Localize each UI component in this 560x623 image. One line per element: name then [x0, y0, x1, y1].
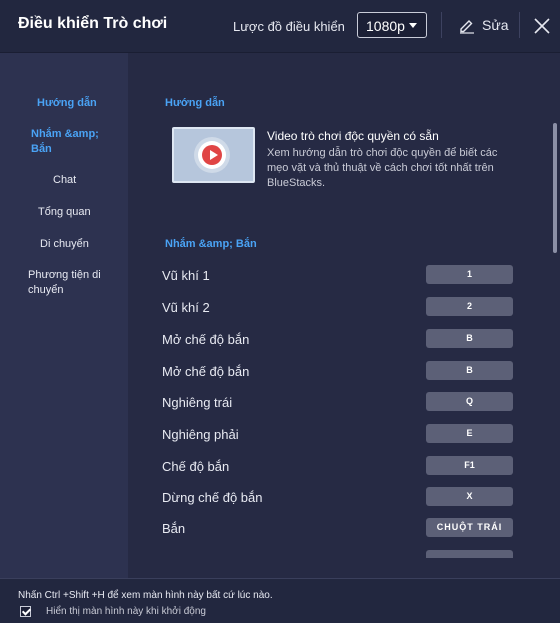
close-button[interactable]	[531, 15, 553, 37]
control-label: Nghiêng phải	[162, 427, 239, 442]
video-title: Video trò chơi độc quyền có sẵn	[267, 129, 439, 143]
key-binding[interactable]: 1	[426, 265, 513, 284]
control-label: Nghiêng trái	[162, 395, 233, 410]
control-label: Bắn	[162, 521, 186, 536]
control-label: Mở chế độ bắn	[162, 332, 250, 347]
sidebar-item-vehicle[interactable]: Phương tiện di chuyển	[28, 268, 118, 298]
video-thumbnail[interactable]	[172, 127, 255, 183]
control-label: Vũ khí 1	[162, 268, 210, 283]
edit-label: Sửa	[482, 17, 509, 33]
scrollbar[interactable]	[550, 53, 560, 578]
sidebar-item-overview[interactable]: Tổng quan	[38, 205, 91, 220]
key-binding[interactable]: X	[426, 487, 513, 506]
video-description: Xem hướng dẫn trò chơi độc quyền để biết…	[267, 147, 498, 189]
footer: Nhấn Ctrl +Shift +H để xem màn hình này …	[0, 578, 560, 623]
play-icon	[198, 141, 226, 169]
chevron-down-icon	[409, 23, 417, 28]
title-bar: Điều khiển Trò chơi Lược đồ điều khiển 1…	[0, 0, 560, 53]
sidebar-item-aim-shoot[interactable]: Nhắm &amp; Bắn	[31, 127, 111, 157]
show-on-startup-label: Hiển thị màn hình này khi khởi động	[46, 606, 206, 617]
key-binding[interactable]	[426, 550, 513, 558]
pencil-icon	[460, 20, 474, 34]
key-binding[interactable]: Q	[426, 392, 513, 411]
key-binding[interactable]: B	[426, 329, 513, 348]
key-binding[interactable]: E	[426, 424, 513, 443]
close-icon	[534, 18, 550, 34]
control-label: Mở chế độ bắn	[162, 364, 250, 379]
resolution-value: 1080p	[366, 18, 405, 34]
content-panel: Hướng dẫn Video trò chơi độc quyền có sẵ…	[128, 53, 550, 578]
control-label: Chế độ bắn	[162, 459, 230, 474]
control-label: Vũ khí 2	[162, 300, 210, 315]
divider	[441, 12, 442, 38]
sidebar-item-movement[interactable]: Di chuyển	[40, 237, 89, 252]
checkmark-icon	[21, 606, 32, 616]
key-binding[interactable]: F1	[426, 456, 513, 475]
key-binding[interactable]: CHUỘT TRÁI	[426, 518, 513, 537]
window-title: Điều khiển Trò chơi	[18, 15, 168, 32]
key-binding[interactable]: 2	[426, 297, 513, 316]
divider	[519, 12, 520, 38]
control-scheme-label: Lược đồ điều khiển	[233, 19, 345, 34]
resolution-select[interactable]: 1080p	[357, 12, 427, 38]
aim-section-title: Nhắm &amp; Bắn	[165, 238, 257, 250]
sidebar: Hướng dẫn Nhắm &amp; Bắn Chat Tổng quan …	[0, 53, 128, 578]
shortcut-hint: Nhấn Ctrl +Shift +H để xem màn hình này …	[18, 590, 273, 601]
show-on-startup-checkbox[interactable]	[20, 606, 32, 617]
scrollbar-thumb[interactable]	[553, 123, 557, 253]
sidebar-item-guide[interactable]: Hướng dẫn	[37, 96, 97, 111]
key-binding[interactable]: B	[426, 361, 513, 380]
guide-section-title: Hướng dẫn	[165, 97, 225, 109]
sidebar-item-chat[interactable]: Chat	[53, 173, 76, 188]
control-label: Dừng chế độ bắn	[162, 490, 263, 505]
